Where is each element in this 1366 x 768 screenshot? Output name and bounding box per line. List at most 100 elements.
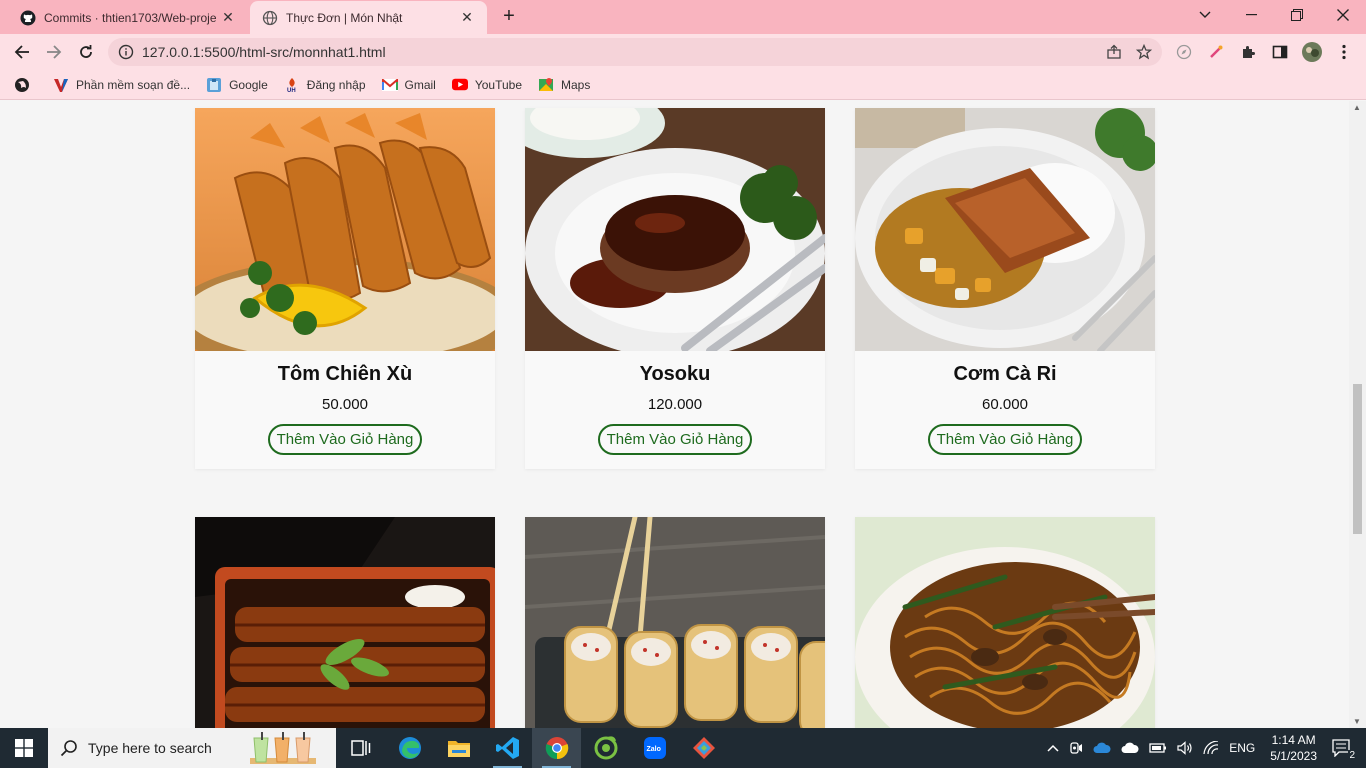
- bookmark-gmail[interactable]: Gmail: [381, 77, 436, 93]
- notification-count-badge: 2: [1348, 750, 1356, 761]
- bookmark-star-icon[interactable]: [1136, 44, 1152, 60]
- add-to-cart-button[interactable]: Thêm Vào Giỏ Hàng: [927, 424, 1083, 455]
- start-button[interactable]: [0, 728, 48, 768]
- profile-avatar[interactable]: [1302, 42, 1322, 62]
- food-name: Tôm Chiên Xù: [277, 363, 413, 385]
- scrollbar-thumb[interactable]: [1353, 384, 1362, 534]
- meet-now-icon[interactable]: [1069, 741, 1083, 755]
- reload-button[interactable]: [74, 40, 98, 64]
- taskbar-vscode[interactable]: [483, 728, 532, 768]
- onedrive-icon[interactable]: [1093, 742, 1111, 754]
- edge-icon: [398, 737, 421, 759]
- food-image-inari: [525, 517, 825, 728]
- bookmark-label: Gmail: [404, 77, 436, 92]
- restore-button[interactable]: [1274, 0, 1320, 30]
- menu-card: Yosoku 120.000 Thêm Vào Giỏ Hàng: [525, 108, 825, 469]
- clock[interactable]: 1:14 AM 5/1/2023: [1270, 732, 1317, 764]
- taskbar-git-client[interactable]: [679, 728, 728, 768]
- battery-icon[interactable]: [1149, 742, 1167, 754]
- gmail-icon: [381, 77, 398, 93]
- food-price: 60.000: [982, 396, 1028, 413]
- arrow-right-icon: [47, 45, 62, 59]
- notification-center-icon[interactable]: 2: [1332, 739, 1356, 761]
- globe-dark-icon: [14, 77, 30, 93]
- git-icon: [692, 737, 715, 759]
- close-window-button[interactable]: [1320, 0, 1366, 30]
- youtube-icon: [451, 77, 468, 93]
- file-explorer-icon: [447, 741, 470, 757]
- food-price: 120.000: [647, 396, 703, 413]
- task-view-icon: [350, 740, 370, 756]
- reload-icon: [80, 45, 92, 58]
- bubble-tea-decoration: [250, 732, 316, 764]
- windows-logo-icon: [15, 739, 33, 757]
- minimize-button[interactable]: [1228, 0, 1274, 30]
- bookmark-label: YouTube: [474, 77, 522, 92]
- scroll-up-icon[interactable]: ▲: [1353, 103, 1361, 112]
- close-tab-icon[interactable]: ✕: [220, 9, 236, 26]
- bookmarks-bar: Phần mềm soạn đề... Google UH Đăng nhập …: [0, 70, 1366, 100]
- github-icon: [20, 10, 36, 25]
- page-viewport: Tôm Chiên Xù 50.000 Thêm Vào Giỏ Hàng Yo…: [0, 101, 1366, 728]
- clock-time: 1:14 AM: [1271, 733, 1316, 747]
- taskbar-file-explorer[interactable]: [434, 728, 483, 768]
- page-scrollbar[interactable]: ▲ ▼: [1349, 101, 1366, 728]
- tab-bar: Commits · thtien1703/Web-proje ✕ Thực Đơ…: [0, 0, 1366, 34]
- globe-icon: [262, 10, 278, 25]
- puzzle-extensions-icon[interactable]: [1238, 42, 1258, 62]
- share-icon[interactable]: [1106, 44, 1122, 60]
- food-image-unagi: [195, 517, 495, 728]
- menu-card: [525, 517, 825, 728]
- side-panel-icon[interactable]: [1270, 42, 1290, 62]
- close-tab-icon[interactable]: ✕: [459, 9, 475, 26]
- bookmark-google[interactable]: Google: [206, 77, 268, 93]
- add-to-cart-button[interactable]: Thêm Vào Giỏ Hàng: [267, 424, 423, 455]
- menu-card: [195, 517, 495, 728]
- bookmark-dang-nhap[interactable]: UH Đăng nhập: [284, 77, 366, 93]
- chevron-up-icon[interactable]: [1047, 744, 1059, 752]
- forward-button[interactable]: [42, 40, 66, 64]
- zalo-icon: Zalo: [643, 737, 666, 759]
- taskbar-edge[interactable]: [385, 728, 434, 768]
- bookmark-label: Đăng nhập: [306, 77, 366, 92]
- menu-card: Tôm Chiên Xù 50.000 Thêm Vào Giỏ Hàng: [195, 108, 495, 469]
- color-picker-extension-icon[interactable]: [1206, 42, 1226, 62]
- food-image-yakisoba: [855, 517, 1155, 728]
- address-bar[interactable]: 127.0.0.1:5500/html-src/monnhat1.html: [108, 38, 1162, 66]
- taskbar-zalo[interactable]: Zalo: [630, 728, 679, 768]
- svg-text:Zalo: Zalo: [646, 746, 660, 753]
- onedrive-personal-icon[interactable]: [1121, 742, 1139, 754]
- bookmark-phan-mem[interactable]: Phần mềm soạn đề...: [53, 77, 190, 93]
- food-image-com-ca-ri: [855, 108, 1155, 351]
- login-icon: UH: [284, 77, 300, 93]
- bookmark-maps[interactable]: Maps: [538, 77, 590, 93]
- taskbar-chrome[interactable]: [532, 728, 581, 768]
- chrome-menu-icon[interactable]: [1334, 42, 1354, 62]
- search-placeholder: Type here to search: [88, 740, 212, 756]
- taskbar-search-box[interactable]: Type here to search: [48, 728, 336, 768]
- new-tab-button[interactable]: +: [498, 6, 520, 28]
- url-text: 127.0.0.1:5500/html-src/monnhat1.html: [142, 44, 386, 60]
- arrow-left-icon: [14, 45, 29, 59]
- svg-text:UH: UH: [287, 88, 296, 93]
- back-button[interactable]: [10, 40, 34, 64]
- chrome-icon: [545, 737, 568, 760]
- menu-card: [855, 517, 1155, 728]
- volume-icon[interactable]: [1177, 741, 1193, 755]
- site-info-icon[interactable]: [118, 44, 134, 60]
- tab-thuc-don[interactable]: Thực Đơn | Món Nhật ✕: [250, 1, 487, 34]
- taskbar-coccoc[interactable]: [581, 728, 630, 768]
- tab-github-commits[interactable]: Commits · thtien1703/Web-proje ✕: [8, 1, 248, 34]
- bookmark-youtube[interactable]: YouTube: [451, 77, 522, 93]
- bookmark-apps[interactable]: [14, 77, 37, 93]
- compass-extension-icon[interactable]: [1174, 42, 1194, 62]
- add-to-cart-button[interactable]: Thêm Vào Giỏ Hàng: [597, 424, 753, 455]
- food-price: 50.000: [322, 396, 368, 413]
- language-indicator[interactable]: ENG: [1229, 741, 1255, 755]
- tab-search-chevron-icon[interactable]: [1182, 0, 1228, 30]
- task-view-button[interactable]: [336, 728, 385, 768]
- scroll-down-icon[interactable]: ▼: [1353, 717, 1361, 726]
- system-tray: ENG 1:14 AM 5/1/2023 2: [1042, 728, 1366, 768]
- food-name: Yosoku: [639, 363, 711, 385]
- wifi-icon[interactable]: [1203, 741, 1219, 755]
